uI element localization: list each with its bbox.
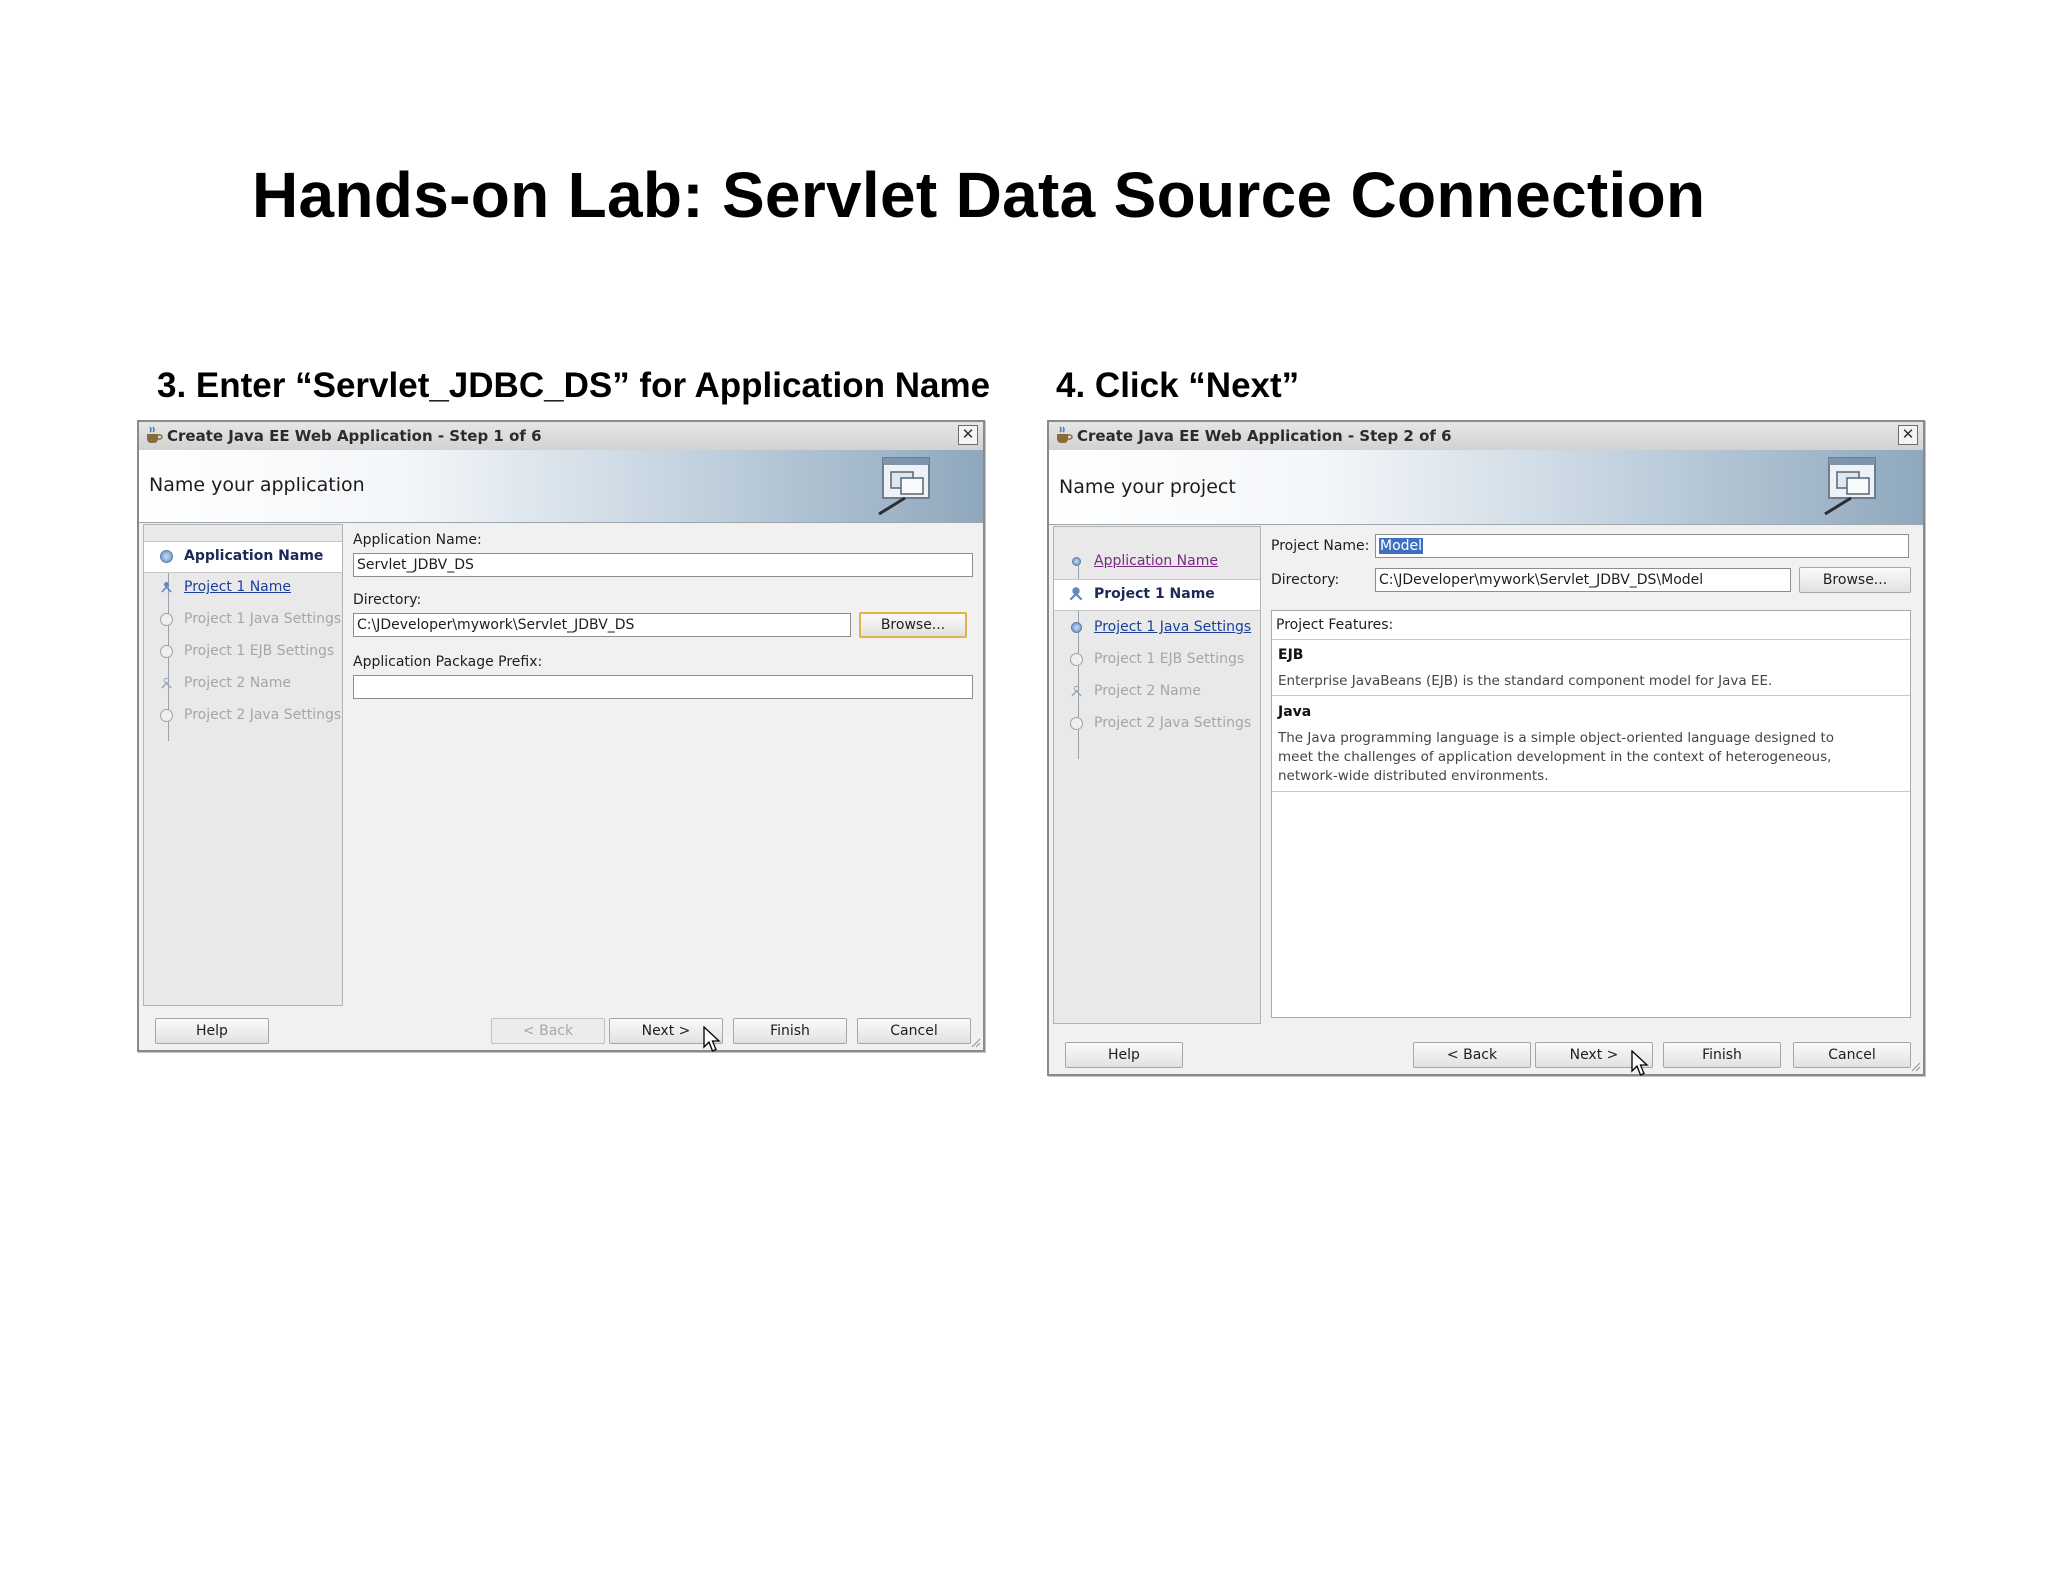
step-pending-icon [160, 613, 173, 626]
dialog-title: Create Java EE Web Application - Step 2 … [1077, 427, 1452, 445]
nav-item-project-1-ejb-settings: Project 1 EJB Settings [144, 637, 342, 667]
directory-label: Directory: [353, 592, 422, 608]
dialog-titlebar[interactable]: Create Java EE Web Application - Step 1 … [139, 422, 983, 451]
step-person-icon [1070, 685, 1083, 698]
jdeveloper-cup-icon [1057, 426, 1073, 443]
wizard-banner: Name your project [1049, 450, 1923, 525]
project-features-label: Project Features: [1276, 617, 1394, 633]
close-icon: ✕ [961, 425, 975, 443]
nav-label: Project 1 Name [1094, 586, 1215, 602]
banner-title: Name your project [1059, 476, 1236, 498]
close-button[interactable]: ✕ [1898, 425, 1918, 445]
directory-input[interactable]: C:\JDeveloper\mywork\Servlet_JDBV_DS\Mod… [1375, 568, 1791, 592]
nav-item-project-2-java-settings: Project 2 Java Settings [144, 701, 342, 731]
wizard-windows-icon [878, 457, 930, 516]
finish-button[interactable]: Finish [1663, 1042, 1781, 1068]
nav-item-project-1-ejb-settings: Project 1 EJB Settings [1054, 645, 1260, 675]
back-button[interactable]: < Back [1413, 1042, 1531, 1068]
application-name-input[interactable]: Servlet_JDBV_DS [353, 553, 973, 577]
step-person-icon [160, 582, 173, 594]
banner-title: Name your application [149, 474, 365, 496]
selected-text: Model [1379, 538, 1424, 554]
step-pending-icon [1070, 717, 1083, 730]
nav-label: Project 1 Name [184, 579, 292, 595]
browse-button[interactable]: Browse... [1799, 567, 1911, 593]
slide-title: Hands-on Lab: Servlet Data Source Connec… [252, 159, 1706, 231]
nav-label: Project 1 Java Settings [1094, 619, 1252, 635]
project-features-panel: Project Features: EJB Enterprise JavaBea… [1271, 610, 1911, 1018]
dialog-titlebar[interactable]: Create Java EE Web Application - Step 2 … [1049, 422, 1923, 451]
nav-item-project-1-name[interactable]: Project 1 Name [1054, 579, 1260, 611]
nav-label: Project 1 EJB Settings [184, 643, 335, 659]
step3-caption: 3. Enter “Servlet_JDBC_DS” for Applicati… [157, 366, 991, 405]
step-person-icon [160, 677, 173, 690]
feature-description: The Java programming language is a simpl… [1278, 730, 1835, 784]
nav-label: Project 1 Java Settings [184, 611, 342, 627]
nav-label: Project 2 Name [184, 675, 292, 691]
application-name-label: Application Name: [353, 532, 482, 548]
back-button: < Back [491, 1018, 605, 1044]
browse-button[interactable]: Browse... [859, 612, 967, 638]
feature-item-ejb[interactable]: EJB Enterprise JavaBeans (EJB) is the st… [1272, 639, 1910, 696]
cancel-button[interactable]: Cancel [1793, 1042, 1911, 1068]
wizard-step-nav: Application Name Project 1 Name Project … [1053, 526, 1261, 1024]
package-prefix-label: Application Package Prefix: [353, 654, 543, 670]
feature-name: Java [1278, 704, 1312, 720]
step-pending-icon [160, 709, 173, 722]
nav-item-project-1-name[interactable]: Project 1 Name [144, 573, 342, 603]
finish-button[interactable]: Finish [733, 1018, 847, 1044]
nav-label: Project 2 Java Settings [184, 707, 342, 723]
step-pending-icon [1070, 653, 1083, 666]
nav-label: Project 1 EJB Settings [1094, 651, 1245, 667]
nav-label: Application Name [1094, 553, 1218, 569]
step4-caption: 4. Click “Next” [1056, 366, 1300, 405]
nav-item-application-name[interactable]: Application Name [144, 541, 342, 573]
step-next-icon [1071, 622, 1082, 633]
close-icon: ✕ [1901, 425, 1915, 443]
step-done-icon [1072, 557, 1081, 566]
resize-grip-icon[interactable] [969, 1036, 981, 1048]
wizard-dialog-step-1: Create Java EE Web Application - Step 1 … [137, 420, 985, 1052]
cancel-button[interactable]: Cancel [857, 1018, 971, 1044]
step-current-icon [1068, 587, 1084, 602]
dialog-title: Create Java EE Web Application - Step 1 … [167, 427, 542, 445]
resize-grip-icon[interactable] [1909, 1060, 1921, 1072]
wizard-content: Project Name: Model Directory: C:\JDevel… [1263, 526, 1917, 1024]
project-name-label: Project Name: [1271, 538, 1370, 554]
feature-name: EJB [1278, 647, 1304, 663]
wizard-dialog-step-2: Create Java EE Web Application - Step 2 … [1047, 420, 1925, 1076]
nav-label: Project 2 Java Settings [1094, 715, 1252, 731]
wizard-step-nav: Application Name Project 1 Name Project … [143, 524, 343, 1006]
wizard-content: Application Name: Servlet_JDBV_DS Direct… [345, 524, 977, 1006]
help-button[interactable]: Help [1065, 1042, 1183, 1068]
feature-description: Enterprise JavaBeans (EJB) is the standa… [1278, 673, 1773, 689]
nav-item-project-1-java-settings: Project 1 Java Settings [144, 605, 342, 635]
nav-item-project-2-name: Project 2 Name [144, 669, 342, 699]
nav-item-project-2-java-settings: Project 2 Java Settings [1054, 709, 1260, 739]
directory-input[interactable]: C:\JDeveloper\mywork\Servlet_JDBV_DS [353, 613, 851, 637]
step-current-icon [160, 550, 173, 563]
mouse-pointer-icon [703, 1026, 721, 1052]
package-prefix-input[interactable] [353, 675, 973, 699]
project-features-header: Project Features: [1272, 611, 1910, 640]
help-button[interactable]: Help [155, 1018, 269, 1044]
step-pending-icon [160, 645, 173, 658]
mouse-pointer-icon [1631, 1050, 1649, 1076]
close-button[interactable]: ✕ [958, 425, 978, 445]
project-name-input[interactable]: Model [1375, 534, 1909, 558]
nav-label: Project 2 Name [1094, 683, 1202, 699]
nav-item-project-2-name: Project 2 Name [1054, 677, 1260, 707]
nav-item-application-name[interactable]: Application Name [1054, 547, 1260, 577]
jdeveloper-cup-icon [147, 426, 163, 443]
wizard-windows-icon [1824, 457, 1876, 516]
nav-label: Application Name [184, 548, 324, 564]
wizard-banner: Name your application [139, 450, 983, 523]
feature-item-java[interactable]: Java The Java programming language is a … [1272, 695, 1910, 792]
directory-label: Directory: [1271, 572, 1340, 588]
nav-item-project-1-java-settings[interactable]: Project 1 Java Settings [1054, 613, 1260, 643]
